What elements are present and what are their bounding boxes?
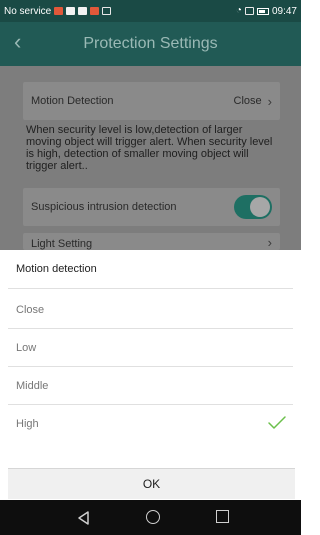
option-label: High — [16, 417, 39, 430]
dialog-title: Motion detection — [16, 263, 97, 275]
light-setting-row[interactable]: Light Setting › — [23, 233, 280, 250]
chevron-right-icon: › — [267, 93, 272, 109]
navigation-bar — [0, 500, 301, 535]
option-high[interactable]: High — [8, 405, 295, 442]
home-circle-icon[interactable] — [146, 510, 160, 524]
option-middle[interactable]: Middle — [8, 367, 295, 404]
status-bar: No service ◔ 09:47 — [0, 0, 301, 22]
image-icon — [102, 7, 112, 15]
app-header: ‹ Protection Settings — [0, 22, 301, 66]
suspicious-intrusion-toggle[interactable] — [234, 195, 272, 219]
motion-detection-value: Close — [233, 95, 262, 107]
mail-icon — [66, 7, 76, 15]
divider — [8, 288, 293, 289]
option-label: Low — [16, 341, 37, 354]
motion-detection-label: Motion Detection — [31, 95, 114, 107]
option-close[interactable]: Close — [8, 291, 295, 328]
ok-button[interactable]: OK — [8, 468, 295, 499]
check-icon — [268, 416, 286, 429]
option-label: Middle — [16, 379, 49, 392]
battery-icon — [256, 7, 269, 15]
suspicious-intrusion-row: Suspicious intrusion detection — [23, 188, 280, 226]
chevron-right-icon: › — [267, 235, 272, 250]
sim-icon — [244, 7, 254, 15]
chevron-left-icon[interactable]: ‹ — [14, 30, 21, 54]
light-setting-label: Light Setting — [31, 238, 93, 250]
settings-content: Motion Detection Close › When security l… — [0, 66, 301, 250]
toggle-knob — [250, 197, 270, 217]
option-label: Close — [16, 303, 45, 316]
motion-detection-value-wrap: Close › — [234, 94, 272, 109]
recent-square-icon[interactable] — [216, 510, 229, 523]
back-triangle-icon[interactable] — [76, 510, 92, 526]
time-label: 09:47 — [271, 5, 297, 17]
suspicious-intrusion-label: Suspicious intrusion detection — [31, 201, 177, 213]
notification-red-icon — [90, 7, 100, 15]
notification-red-icon — [54, 7, 64, 15]
option-low[interactable]: Low — [8, 329, 295, 366]
motion-detection-description: When security level is low,detection of … — [26, 124, 273, 172]
motion-detection-dialog: Motion detection Close Low Middle High O… — [0, 250, 301, 500]
page-title: Protection Settings — [83, 35, 218, 52]
record-icon — [78, 7, 88, 15]
status-left: No service — [4, 5, 112, 17]
motion-detection-row[interactable]: Motion Detection Close › — [23, 82, 280, 120]
carrier-label: No service — [4, 5, 52, 17]
wifi-icon: ◔ — [235, 5, 242, 16]
status-right: ◔ 09:47 — [236, 6, 297, 17]
